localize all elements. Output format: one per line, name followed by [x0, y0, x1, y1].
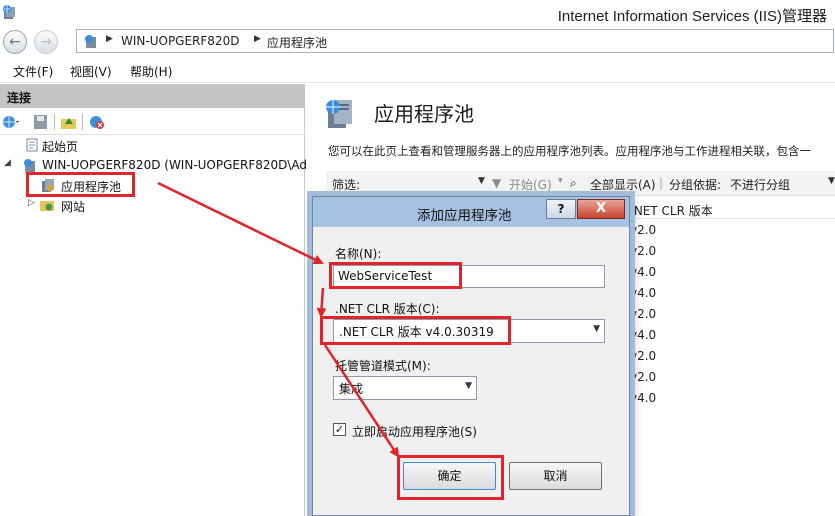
window-title: Internet Information Services (IIS)管理器 [557, 8, 827, 25]
column-header-clr[interactable]: .NET CLR 版本 [622, 200, 835, 219]
pipeline-mode-value: 集成 [339, 382, 364, 396]
list-cell-clr: v2.0 [630, 307, 657, 321]
clr-version-value: .NET CLR 版本 v4.0.30319 [339, 325, 494, 339]
breadcrumb-server[interactable]: WIN-UOPGERF820D [121, 34, 239, 48]
iis-app-icon [3, 5, 15, 19]
start-immediately-label[interactable]: 立即启动应用程序池(S) [352, 423, 477, 440]
clr-version-select[interactable]: .NET CLR 版本 v4.0.30319 ▼ [333, 319, 605, 343]
show-all-icon: ⌕ [570, 176, 577, 190]
menu-bar: 文件(F) 视图(V) 帮助(H) [0, 58, 835, 83]
start-filter-button[interactable]: 开始(G) [509, 176, 552, 193]
connections-header: 连接 [0, 84, 305, 108]
filter-label: 筛选: [332, 178, 361, 192]
dialog-title-bar[interactable]: 添加应用程序池 ? X [313, 197, 629, 227]
group-by-label: 分组依据: [669, 178, 722, 192]
list-cell-clr: v2.0 [630, 244, 657, 258]
menu-file[interactable]: 文件(F) [13, 63, 53, 80]
tree-item-server[interactable]: ◢ WIN-UOPGERF820D (WIN-UOPGERF820D\Ad [4, 156, 308, 174]
server-icon [85, 35, 96, 48]
sites-folder-icon [40, 201, 54, 211]
page-title: 应用程序池 [374, 102, 474, 126]
chevron-down-icon: ▼ [465, 381, 472, 391]
start-immediately-checkbox[interactable]: ✓ [333, 423, 346, 436]
list-cell-clr: v2.0 [630, 223, 657, 237]
filter-divider: | [659, 176, 664, 190]
app-pools-page-icon [326, 100, 352, 128]
help-button[interactable]: ? [546, 199, 576, 219]
filter-dropdown-arrow-icon[interactable]: ▼ [478, 176, 485, 186]
chevron-down-icon: ▼ [593, 324, 600, 334]
connect-globe-icon[interactable] [2, 114, 20, 130]
list-cell-clr: v4.0 [630, 328, 657, 342]
tree-label-start-page: 起始页 [42, 140, 79, 154]
breadcrumb-separator-icon: ▶ [106, 34, 113, 44]
add-app-pool-dialog: 添加应用程序池 ? X 名称(N): WebServiceTest .NET C… [312, 196, 630, 516]
list-cell-clr: v4.0 [630, 286, 657, 300]
address-bar[interactable]: ▶ WIN-UOPGERF820D ▶ 应用程序池 [76, 29, 834, 53]
show-all-button[interactable]: 全部显示(A) [590, 176, 656, 193]
name-label: 名称(N): [335, 247, 382, 261]
back-button[interactable]: ← [3, 30, 27, 54]
tree-label-sites: 网站 [61, 200, 86, 214]
collapse-arrow-icon[interactable]: ◢ [4, 158, 14, 168]
cancel-button[interactable]: 取消 [509, 462, 602, 490]
pipeline-mode-select[interactable]: 集成 ▼ [333, 376, 477, 400]
list-cell-clr: v2.0 [630, 370, 657, 384]
tree-item-app-pools[interactable]: 应用程序池 [38, 176, 134, 194]
list-cell-clr: v4.0 [630, 265, 657, 279]
start-dropdown-arrow-icon[interactable]: ▾ [558, 176, 563, 186]
tree-label-server: WIN-UOPGERF820D (WIN-UOPGERF820D\Ad [42, 158, 308, 172]
save-icon[interactable] [32, 114, 50, 130]
menu-help[interactable]: 帮助(H) [130, 63, 172, 80]
list-cell-clr: v4.0 [630, 391, 657, 405]
menu-view[interactable]: 视图(V) [70, 63, 112, 80]
toolbar-divider [82, 114, 83, 130]
expand-arrow-icon[interactable]: ▷ [28, 198, 38, 208]
navigation-bar: ← → ▶ WIN-UOPGERF820D ▶ 应用程序池 [0, 28, 835, 58]
forward-button[interactable]: → [34, 30, 58, 54]
start-page-icon [26, 138, 38, 152]
filter-funnel-icon: ▼ [492, 176, 502, 190]
filter-bar: 筛选: ▼ ▼ 开始(G) ▾ ⌕ 全部显示(A) | 分组依据: 不进行分组 … [326, 171, 835, 196]
tree-label-app-pools: 应用程序池 [61, 180, 122, 194]
name-input[interactable]: WebServiceTest [333, 265, 605, 288]
group-by-select[interactable]: 不进行分组 [730, 176, 790, 193]
disconnect-icon[interactable] [88, 114, 106, 130]
breadcrumb-separator-icon: ▶ [254, 34, 261, 44]
tree-divider [0, 134, 305, 135]
toolbar-divider [54, 114, 55, 130]
list-cell-clr: v2.0 [630, 349, 657, 363]
ok-button[interactable]: 确定 [403, 462, 496, 490]
up-folder-icon[interactable] [60, 114, 78, 130]
breadcrumb-app-pools[interactable]: 应用程序池 [267, 34, 327, 51]
connections-pane: 连接 起始页 ◢ WIN-UOPGERF820D (WIN-UOPGERF820… [0, 84, 308, 516]
group-by-arrow-icon[interactable]: ▼ [828, 176, 835, 186]
clr-version-label: .NET CLR 版本(C): [335, 302, 440, 316]
dialog-title: 添加应用程序池 [417, 208, 512, 224]
tree-item-start-page[interactable]: 起始页 [20, 136, 140, 154]
page-description: 您可以在此页上查看和管理服务器上的应用程序池列表。应用程序池与工作进程相关联，包… [328, 144, 811, 158]
tree-item-sites[interactable]: ▷ 网站 [28, 196, 128, 214]
connections-toolbar [0, 110, 305, 134]
app-pool-icon [42, 179, 54, 192]
close-button[interactable]: X [577, 199, 625, 219]
title-bar: Internet Information Services (IIS)管理器 [0, 0, 835, 28]
server-icon [24, 159, 35, 172]
pipeline-mode-label: 托管管道模式(M): [335, 359, 431, 373]
